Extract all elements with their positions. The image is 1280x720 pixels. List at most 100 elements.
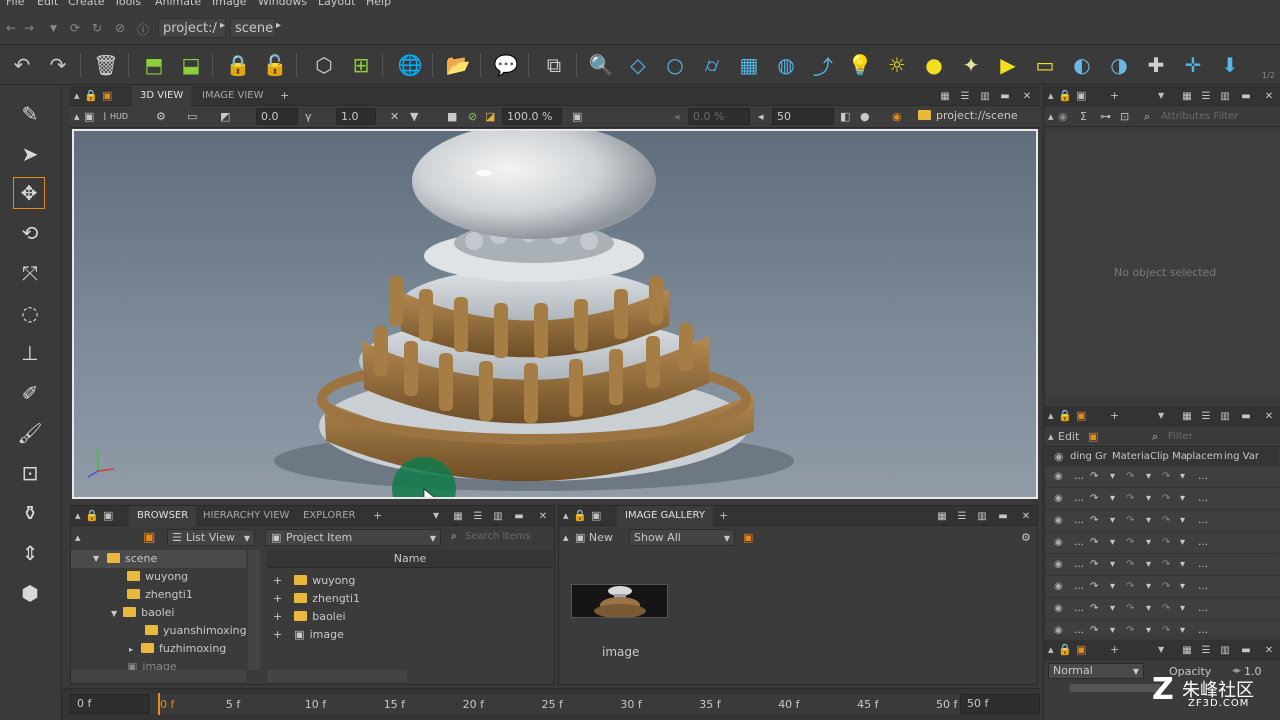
zoom-field[interactable]: 100.0 %: [502, 108, 562, 125]
collapse-arrow-icon[interactable]: ▴: [1048, 430, 1054, 443]
layer-cell-control[interactable]: ↷: [1126, 559, 1134, 570]
layer-row[interactable]: ◉… ↷ ▾ ↷ ▾ ↷ ▾…: [1046, 534, 1279, 554]
collapse-arrow-icon[interactable]: ▴: [563, 531, 569, 544]
panel-menu-icon[interactable]: ▣: [591, 509, 601, 522]
layer-cell-control[interactable]: …: [1074, 537, 1084, 548]
tile-vertical-icon[interactable]: ▥: [975, 509, 989, 523]
layer-cell-control[interactable]: ↷: [1090, 537, 1098, 548]
point-light-icon[interactable]: ●: [920, 51, 948, 79]
hud-dropdown-icon[interactable]: ⁞: [103, 110, 107, 123]
layer-cell-control[interactable]: ▾: [1146, 471, 1151, 482]
visibility-eye-icon[interactable]: ◉: [1058, 110, 1068, 123]
light-bulb-add-icon[interactable]: 💡: [846, 51, 874, 79]
move-tool-icon[interactable]: ✥: [13, 177, 45, 209]
collapse-arrow-icon[interactable]: ▴: [75, 509, 81, 522]
cube-icon[interactable]: ◇: [624, 51, 652, 79]
percent-field[interactable]: 0.0 %: [688, 108, 750, 125]
lock-icon[interactable]: 🔒: [1058, 643, 1072, 656]
layer-cell-control[interactable]: ▾: [1110, 515, 1115, 526]
lock-icon[interactable]: 🔒: [1058, 89, 1072, 102]
close-icon[interactable]: ✕: [1262, 89, 1276, 103]
layer-cell-control[interactable]: ↷: [1162, 537, 1170, 548]
visibility-eye-icon[interactable]: ◉: [1054, 559, 1063, 570]
maximize-icon[interactable]: ▬: [1239, 643, 1253, 657]
tab-3d-view[interactable]: 3D VIEW: [132, 86, 192, 106]
render-settings-icon[interactable]: ⚙: [156, 110, 166, 123]
ruler-icon[interactable]: ⇕: [14, 537, 46, 569]
collapse-arrow-icon[interactable]: ▴: [1048, 110, 1054, 123]
collapse-arrow-icon[interactable]: ▴: [74, 110, 80, 123]
add-tab-icon[interactable]: +: [1110, 89, 1119, 102]
layer-cell-control[interactable]: ▾: [1146, 515, 1151, 526]
tile-grid-icon[interactable]: ▦: [1180, 409, 1194, 423]
column-header[interactable]: ing Var: [1224, 451, 1259, 462]
close-icon[interactable]: ✕: [1019, 509, 1033, 523]
layer-cell-control[interactable]: ▾: [1146, 493, 1151, 504]
layer-cell-control[interactable]: ▾: [1146, 603, 1151, 614]
layer-cell-control[interactable]: ▾: [1146, 625, 1151, 636]
snapshot-icon[interactable]: ◧: [840, 110, 850, 123]
tile-grid-icon[interactable]: ▦: [935, 509, 949, 523]
tile-grid-icon[interactable]: ▦: [451, 509, 465, 523]
spotlight-icon[interactable]: ✦: [957, 51, 985, 79]
tree-item-image[interactable]: ▣ image: [71, 658, 177, 670]
dropdown-icon[interactable]: ▼: [1158, 91, 1164, 100]
layer-cell-control[interactable]: ▾: [1146, 581, 1151, 592]
menu-file[interactable]: File: [6, 0, 24, 8]
tile-vertical-icon[interactable]: ▥: [1218, 409, 1232, 423]
layer-cell-control[interactable]: ↷: [1090, 515, 1098, 526]
gamma-icon[interactable]: ◩: [220, 110, 230, 123]
dropdown-icon[interactable]: ▼: [433, 511, 439, 520]
hud-label[interactable]: HUD: [110, 112, 128, 121]
tile-horizontal-icon[interactable]: ☰: [955, 509, 969, 523]
layer-cell-control[interactable]: ▾: [1110, 625, 1115, 636]
list-item-baolei[interactable]: + baolei: [273, 608, 346, 626]
comment-icon[interactable]: 💬: [492, 51, 520, 79]
layer-row[interactable]: ◉… ↷ ▾ ↷ ▾ ↷ ▾…: [1046, 600, 1279, 620]
close-icon[interactable]: ✕: [1262, 409, 1276, 423]
expand-arrow-icon[interactable]: ▼: [111, 609, 117, 618]
column-header[interactable]: Clip Ma: [1150, 451, 1187, 462]
import-down-icon[interactable]: ⬇: [1216, 51, 1244, 79]
layer-cell-control[interactable]: …: [1198, 603, 1208, 614]
sphere-grid-icon[interactable]: ◍: [772, 51, 800, 79]
reload-icon[interactable]: ⟳: [70, 21, 80, 35]
layer-cell-control[interactable]: ▾: [1110, 603, 1115, 614]
color-swatch-icon[interactable]: ●: [860, 110, 870, 123]
orbit-tool-icon[interactable]: ◌: [14, 297, 46, 329]
frame-count-field[interactable]: 50: [772, 108, 834, 125]
collapse-arrow-icon[interactable]: ▴: [1048, 89, 1054, 102]
layer-cell-control[interactable]: ↷: [1126, 471, 1134, 482]
list-horizontal-scrollbar[interactable]: [267, 670, 407, 682]
undo-icon[interactable]: ↶: [8, 51, 36, 79]
manipulator-icon[interactable]: ✕: [390, 110, 399, 123]
globe-download-icon[interactable]: 🌐: [396, 51, 424, 79]
layer-row[interactable]: ◉… ↷ ▾ ↷ ▾ ↷ ▾…: [1046, 622, 1279, 642]
lock-icon[interactable]: 🔒: [1058, 409, 1072, 422]
list-header-name[interactable]: Name: [267, 550, 553, 568]
tree-item-wuyong[interactable]: wuyong: [71, 568, 188, 586]
tile-vertical-icon[interactable]: ▥: [1218, 643, 1232, 657]
folder-upload-icon[interactable]: 📂: [444, 51, 472, 79]
refresh-icon[interactable]: ↻: [92, 21, 102, 35]
collapse-arrow-icon[interactable]: ▴: [1048, 643, 1054, 656]
visibility-eye-icon[interactable]: ◉: [1054, 493, 1063, 504]
settings-gear-icon[interactable]: ⚙: [1021, 531, 1031, 544]
attributes-filter-input[interactable]: Attributes Filter: [1161, 111, 1238, 122]
list-item-zhengti1[interactable]: + zhengti1: [273, 590, 360, 608]
3d-viewport[interactable]: [72, 129, 1038, 499]
expand-plus-icon[interactable]: +: [273, 628, 282, 641]
eyedropper-icon[interactable]: ✎: [14, 98, 46, 130]
sum-icon[interactable]: Σ: [1080, 110, 1087, 123]
layer-row[interactable]: ◉… ↷ ▾ ↷ ▾ ↷ ▾…: [1046, 556, 1279, 576]
search-items-input[interactable]: ⌕ Search Items: [447, 529, 551, 546]
layer-cell-control[interactable]: ↷: [1162, 625, 1170, 636]
scrub-left-icon[interactable]: ◂: [674, 110, 680, 123]
layer-cell-control[interactable]: ↷: [1162, 493, 1170, 504]
layer-cell-control[interactable]: ▾: [1146, 537, 1151, 548]
gamma-field[interactable]: 1.0: [336, 108, 376, 125]
layer-cell-control[interactable]: …: [1198, 515, 1208, 526]
layer-row[interactable]: ◉… ↷ ▾ ↷ ▾ ↷ ▾…: [1046, 468, 1279, 488]
collapse-arrow-icon[interactable]: ▴: [1048, 409, 1054, 422]
collapse-arrow-icon[interactable]: ▴: [75, 531, 81, 544]
